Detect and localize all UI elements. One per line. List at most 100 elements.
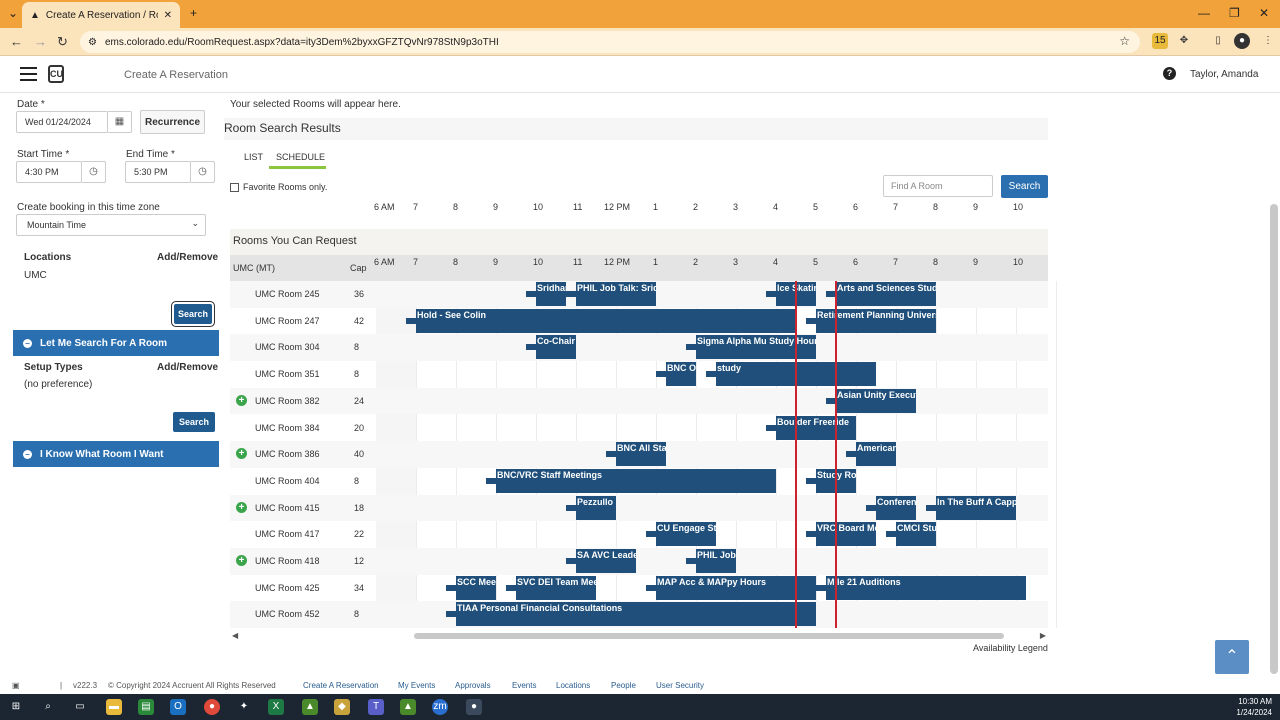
footer-link-people[interactable]: People — [611, 681, 636, 690]
reservation-block[interactable]: VRC Board Meeting — [816, 522, 876, 547]
find-room-search-button[interactable]: Search — [1001, 175, 1048, 198]
bookmark-star-icon[interactable]: ☆ — [1119, 34, 1130, 48]
windows-start-icon[interactable]: ⊞ — [8, 699, 24, 715]
room-name[interactable]: UMC Room 452 — [255, 609, 320, 619]
tab-list[interactable]: LIST — [244, 152, 263, 162]
start-time-input[interactable]: 4:30 PM — [16, 161, 82, 183]
setup-add-remove-link[interactable]: Add/Remove — [157, 362, 218, 373]
side-panel-icon[interactable]: ▯ — [1210, 33, 1226, 49]
room-name[interactable]: UMC Room 417 — [255, 529, 320, 539]
room-name[interactable]: UMC Room 382 — [255, 396, 320, 406]
scroll-right-icon[interactable]: ▶ — [1040, 631, 1046, 640]
favorite-checkbox[interactable] — [230, 182, 239, 192]
start-clock-icon[interactable]: ◷ — [82, 161, 106, 183]
outlook-icon[interactable]: O — [170, 699, 186, 715]
room-row[interactable]: + UMC Room 418 12 — [230, 548, 1048, 575]
i-know-room-bar[interactable]: – I Know What Room I Want — [13, 441, 219, 467]
cu-logo-icon[interactable]: CU — [48, 65, 64, 83]
locations-search-button[interactable]: Search — [174, 304, 212, 324]
reservation-block[interactable]: Conference — [876, 495, 916, 520]
add-room-icon[interactable]: + — [236, 448, 247, 460]
setup-search-button[interactable]: Search — [173, 412, 215, 432]
scroll-left-icon[interactable]: ◀ — [232, 631, 238, 640]
reservation-block[interactable]: SCC Meeting — [456, 575, 496, 600]
calendar-icon[interactable]: ▦ — [108, 111, 132, 133]
reservation-block[interactable]: BNC All Staff — [616, 442, 666, 467]
excel-icon[interactable]: X — [268, 699, 284, 715]
page-vertical-scrollbar[interactable] — [1270, 204, 1278, 674]
room-name[interactable]: UMC Room 351 — [255, 369, 320, 379]
reservation-block[interactable]: Boulder Freeride — [776, 415, 856, 440]
reservation-block[interactable]: American — [856, 442, 896, 467]
chrome-icon[interactable]: ● — [204, 699, 220, 715]
reservation-block[interactable]: Mile 21 Auditions — [826, 575, 1026, 600]
date-input[interactable]: Wed 01/24/2024 — [16, 111, 108, 133]
room-row[interactable]: UMC Room 384 20 — [230, 415, 1048, 442]
back-to-top-icon[interactable]: ⌃ — [1215, 640, 1249, 674]
room-name[interactable]: UMC Room 304 — [255, 342, 320, 352]
search-icon[interactable]: ⌕ — [40, 699, 56, 715]
reload-icon[interactable]: ↻ — [57, 34, 68, 50]
room-name[interactable]: UMC Room 247 — [255, 316, 320, 326]
profile-avatar-icon[interactable]: ● — [1234, 33, 1250, 49]
locations-add-remove-link[interactable]: Add/Remove — [157, 252, 218, 263]
availability-legend-link[interactable]: Availability Legend — [973, 643, 1048, 653]
reservation-block[interactable]: CMCI Student — [896, 522, 936, 547]
ems-app-icon-2[interactable]: ▲ — [400, 699, 416, 715]
browser-menu-icon[interactable]: ⋮ — [1260, 33, 1276, 49]
tab-schedule[interactable]: SCHEDULE — [276, 152, 325, 162]
let-me-search-bar[interactable]: – Let Me Search For A Room — [13, 330, 219, 356]
room-row[interactable]: + UMC Room 382 24 — [230, 387, 1048, 415]
teams-icon[interactable]: T — [368, 699, 384, 715]
forward-icon[interactable]: → — [34, 34, 47, 49]
chrome-active-icon[interactable]: ● — [466, 699, 482, 715]
room-name[interactable]: UMC Room 386 — [255, 449, 320, 459]
find-room-input[interactable]: Find A Room — [883, 175, 993, 197]
file-explorer-icon[interactable]: ▬ — [106, 699, 122, 715]
url-field[interactable]: ⚙ ems.colorado.edu/RoomRequest.aspx?data… — [80, 31, 1140, 53]
add-room-icon[interactable]: + — [236, 501, 247, 513]
room-name[interactable]: UMC Room 415 — [255, 503, 320, 513]
reservation-block[interactable]: Pezzullo Lab — [576, 495, 616, 520]
reservation-block[interactable]: Asian Unity Executive — [836, 388, 916, 413]
room-name[interactable]: UMC Room 418 — [255, 556, 320, 566]
footer-link-my-events[interactable]: My Events — [398, 681, 435, 690]
reservation-block[interactable]: In The Buff A Cappella — [936, 495, 1016, 520]
reservation-block[interactable]: Co-Chair — [536, 335, 576, 360]
taskbar-clock[interactable]: 10:30 AM 1/24/2024 — [1236, 696, 1272, 718]
reservation-block[interactable]: Arts and Sciences Student — [836, 282, 936, 306]
reservation-block[interactable]: Sridhar — [536, 282, 566, 306]
room-row[interactable]: UMC Room 351 8 — [230, 361, 1048, 388]
extensions-puzzle-icon[interactable]: ✥ — [1176, 33, 1192, 49]
reservation-block[interactable]: TIAA Personal Financial Consultations — [456, 602, 816, 627]
end-time-input[interactable]: 5:30 PM — [125, 161, 191, 183]
reservation-block[interactable]: SVC DEI Team Meeting — [516, 575, 596, 600]
hamburger-menu-icon[interactable] — [20, 67, 37, 81]
browser-tab[interactable]: ▲ Create A Reservation / Rooms ✕ — [22, 2, 180, 28]
reservation-block[interactable]: PHIL Job Talk: Sridhar — [576, 282, 656, 306]
close-window-icon[interactable]: ✕ — [1259, 6, 1269, 20]
back-icon[interactable]: ← — [10, 34, 23, 49]
user-name[interactable]: Taylor, Amanda — [1190, 69, 1258, 80]
scroll-thumb[interactable] — [414, 633, 1004, 639]
zoom-icon[interactable]: zm — [432, 699, 448, 715]
ems-app-icon[interactable]: ▲ — [302, 699, 318, 715]
reservation-block[interactable]: SA AVC Leadership — [576, 549, 636, 573]
close-tab-icon[interactable]: ✕ — [164, 10, 172, 21]
timezone-select[interactable]: Mountain Time ⌄ — [16, 214, 206, 236]
footer-link-events[interactable]: Events — [512, 681, 536, 690]
reservation-block[interactable]: Sigma Alpha Mu Study Hours — [696, 335, 816, 360]
new-tab-icon[interactable]: + — [190, 6, 197, 20]
help-icon[interactable]: ? — [1163, 67, 1176, 80]
reservation-block[interactable]: BNC Open — [666, 362, 696, 387]
reservation-block[interactable]: CU Engage Staff — [656, 522, 716, 547]
extension-badge-icon[interactable]: 15 — [1152, 33, 1168, 49]
footer-link-locations[interactable]: Locations — [556, 681, 590, 690]
maximize-icon[interactable]: ❐ — [1229, 6, 1240, 20]
task-view-icon[interactable]: ▭ — [72, 699, 88, 715]
room-name[interactable]: UMC Room 404 — [255, 476, 320, 486]
minimize-icon[interactable]: — — [1198, 6, 1210, 20]
store-app-icon[interactable]: ▤ — [138, 699, 154, 715]
footer-link-user-security[interactable]: User Security — [656, 681, 704, 690]
add-room-icon[interactable]: + — [236, 555, 247, 566]
